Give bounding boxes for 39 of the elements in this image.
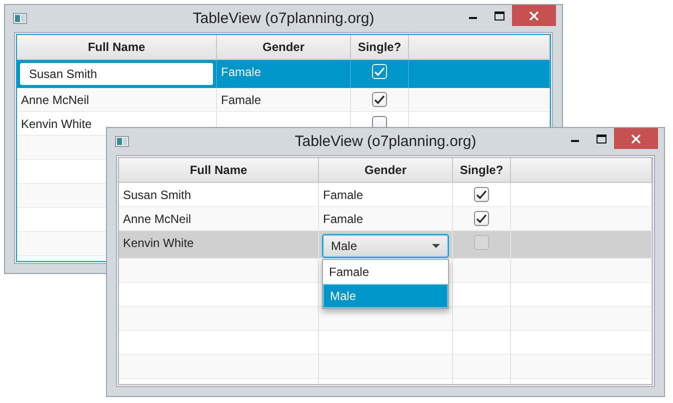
checkbox[interactable]: [372, 92, 387, 107]
table-cell: Famale: [323, 212, 364, 226]
column-header[interactable]: Single?: [453, 158, 511, 183]
close-button[interactable]: [614, 128, 658, 149]
table-row[interactable]: Anne McNeil Famale: [17, 88, 550, 112]
table-cell: Kenvin White: [123, 236, 194, 250]
table-cell: Susan Smith: [123, 188, 192, 202]
column-header[interactable]: Single?: [351, 35, 409, 60]
table-row[interactable]: Anne McNeil Famale: [119, 207, 652, 231]
column-header[interactable]: Gender: [217, 35, 351, 60]
table-cell: Famale: [221, 93, 262, 107]
window-title: TableView (o7planning.org): [192, 10, 376, 27]
maximize-icon: [494, 10, 504, 20]
close-icon: [529, 10, 539, 20]
table-row[interactable]: Susan Smith Famale: [119, 183, 652, 207]
table-cell: Kenvin White: [21, 117, 92, 131]
checkbox[interactable]: [474, 211, 489, 226]
checkbox[interactable]: [474, 187, 489, 202]
maximize-icon: [596, 134, 606, 144]
window-title: TableView (o7planning.org): [294, 133, 478, 150]
column-header[interactable]: Full Name: [119, 158, 319, 183]
gender-dropdown[interactable]: Male: [322, 234, 449, 258]
dropdown-option[interactable]: Famale: [323, 260, 448, 284]
close-button[interactable]: [512, 5, 556, 26]
minimize-icon: [469, 16, 477, 18]
column-header[interactable]: Full Name: [17, 35, 217, 60]
caret-icon: [432, 244, 440, 248]
table-row[interactable]: Susan Smith Famale: [17, 60, 550, 88]
app-icon: [13, 13, 27, 24]
name-input-field[interactable]: Susan Smith: [20, 63, 213, 85]
table-cell: Anne McNeil: [21, 93, 90, 107]
column-header[interactable]: Gender: [319, 158, 453, 183]
table-cell: Anne McNeil: [123, 212, 192, 226]
table-cell: Famale: [323, 188, 364, 202]
minimize-icon: [571, 140, 579, 142]
table-cell: Famale: [221, 65, 262, 79]
checkbox[interactable]: [474, 235, 489, 250]
app-icon: [115, 136, 129, 147]
close-icon: [631, 134, 641, 144]
